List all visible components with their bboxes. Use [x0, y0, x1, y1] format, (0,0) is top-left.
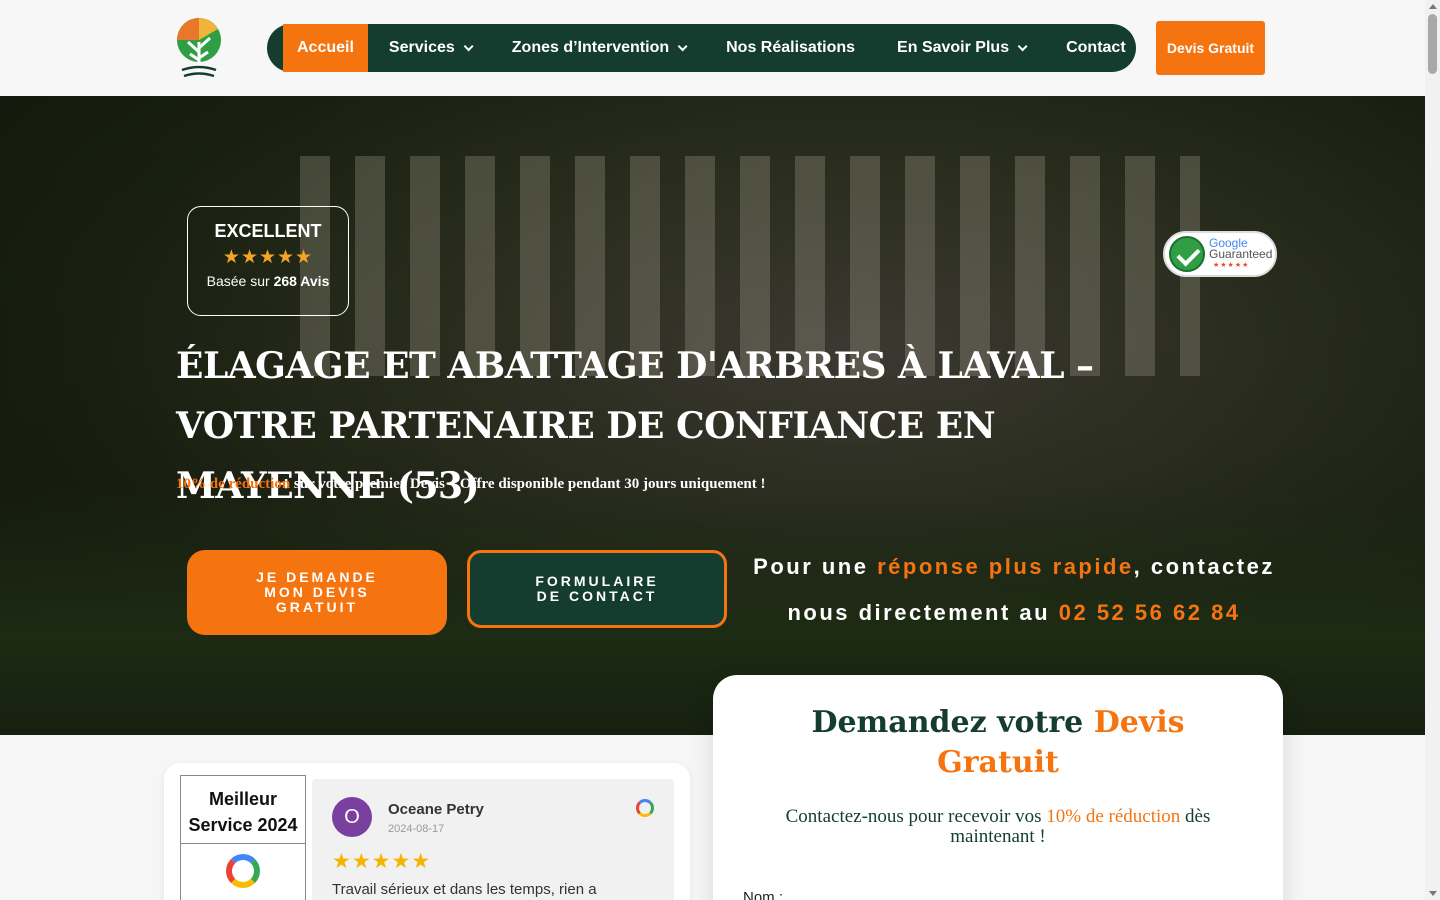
phone-link[interactable]: 02 52 56 62 84	[1059, 600, 1241, 625]
nav-item-services[interactable]: Services	[368, 24, 491, 72]
nav-label: Accueil	[297, 39, 354, 56]
quote-form-subtitle: Contactez-nous pour recevoir vos 10% de …	[713, 807, 1283, 847]
google-icon	[636, 799, 654, 817]
rating-count-value: 268 Avis	[273, 273, 330, 289]
nav-item-en-savoir-plus[interactable]: En Savoir Plus	[876, 24, 1045, 72]
main-nav: Accueil Services Zones d’Intervention No…	[267, 24, 1136, 72]
promo-accent: 10% de réduction	[176, 476, 291, 492]
nav-item-realisations[interactable]: Nos Réalisations	[705, 24, 876, 72]
avatar: O	[332, 797, 372, 837]
reviews-panel: Meilleur Service 2024 O Oceane Petry 202…	[164, 763, 690, 900]
review-date: 2024-08-17	[388, 823, 445, 835]
nav-item-contact[interactable]: Contact	[1045, 24, 1147, 72]
chevron-down-icon	[677, 40, 688, 51]
quote-sub-part1: Contactez-nous pour recevoir vos	[785, 806, 1047, 827]
google-badge-text: Google Guaranteed ★★★★★	[1209, 237, 1273, 271]
google-badge-stars-icon: ★★★★★	[1213, 261, 1250, 269]
quote-form: Demandez votre Devis Gratuit Contactez-n…	[713, 675, 1283, 900]
chevron-down-icon	[463, 40, 474, 51]
google-badge-line2: Guaranteed	[1209, 246, 1273, 261]
scroll-up-icon[interactable]	[1429, 4, 1437, 9]
nav-label: Contact	[1066, 39, 1126, 56]
name-field-label: Nom :	[743, 889, 784, 900]
reviewer-name: Oceane Petry	[388, 801, 484, 818]
nav-label: Services	[388, 39, 455, 56]
rating-card[interactable]: EXCELLENT ★★★★★ Basée sur 268 Avis	[187, 206, 349, 316]
best-service-badge: Meilleur Service 2024	[180, 775, 306, 900]
contact-part1: Pour une	[753, 554, 878, 579]
quote-sub-accent: 10% de réduction	[1046, 806, 1181, 827]
request-quote-button[interactable]: JE DEMANDE MON DEVIS GRATUIT	[187, 550, 447, 635]
site-header: Accueil Services Zones d’Intervention No…	[0, 0, 1425, 96]
check-icon	[1169, 236, 1205, 272]
nav-item-accueil[interactable]: Accueil	[283, 24, 368, 72]
rating-prefix: Basée sur	[206, 273, 270, 289]
chevron-down-icon	[1017, 40, 1028, 51]
contact-form-button[interactable]: FORMULAIRE DE CONTACT	[467, 550, 727, 628]
review-text: Travail sérieux et dans les temps, rien …	[332, 881, 597, 898]
tree-logo-icon[interactable]	[172, 16, 226, 80]
nav-item-zones[interactable]: Zones d’Intervention	[491, 24, 705, 72]
scroll-down-icon[interactable]	[1429, 891, 1437, 896]
contact-line: Pour une réponse plus rapide, contactez …	[748, 544, 1280, 636]
devis-gratuit-button[interactable]: Devis Gratuit	[1156, 21, 1265, 75]
scrollbar-thumb[interactable]	[1428, 14, 1437, 74]
page-scrollbar[interactable]	[1425, 0, 1440, 900]
contact-accent: réponse plus rapide	[877, 554, 1134, 579]
promo-text: 10% de réduction sur votre premier Devis…	[176, 476, 765, 493]
hero-section: EXCELLENT ★★★★★ Basée sur 268 Avis Googl…	[0, 96, 1425, 735]
google-logo-icon	[226, 854, 260, 888]
rating-count: Basée sur 268 Avis	[188, 273, 348, 289]
nav-label: Nos Réalisations	[726, 39, 856, 56]
nav-label: Zones d’Intervention	[511, 39, 670, 56]
best-service-title: Meilleur Service 2024	[181, 776, 305, 844]
promo-rest: sur votre premier Devis – Offre disponib…	[290, 476, 766, 492]
nav-label: En Savoir Plus	[897, 39, 1010, 56]
rating-stars-icon: ★★★★★	[222, 247, 314, 268]
quote-form-title: Demandez votre Devis Gratuit	[713, 703, 1283, 783]
review-stars-icon: ★★★★★	[332, 850, 432, 873]
rating-label: EXCELLENT	[214, 221, 322, 241]
google-guaranteed-badge[interactable]: Google Guaranteed ★★★★★	[1163, 231, 1277, 277]
quote-title-part1: Demandez votre	[811, 705, 1094, 740]
review-card[interactable]: O Oceane Petry 2024-08-17 ★★★★★ Travail …	[312, 779, 674, 900]
